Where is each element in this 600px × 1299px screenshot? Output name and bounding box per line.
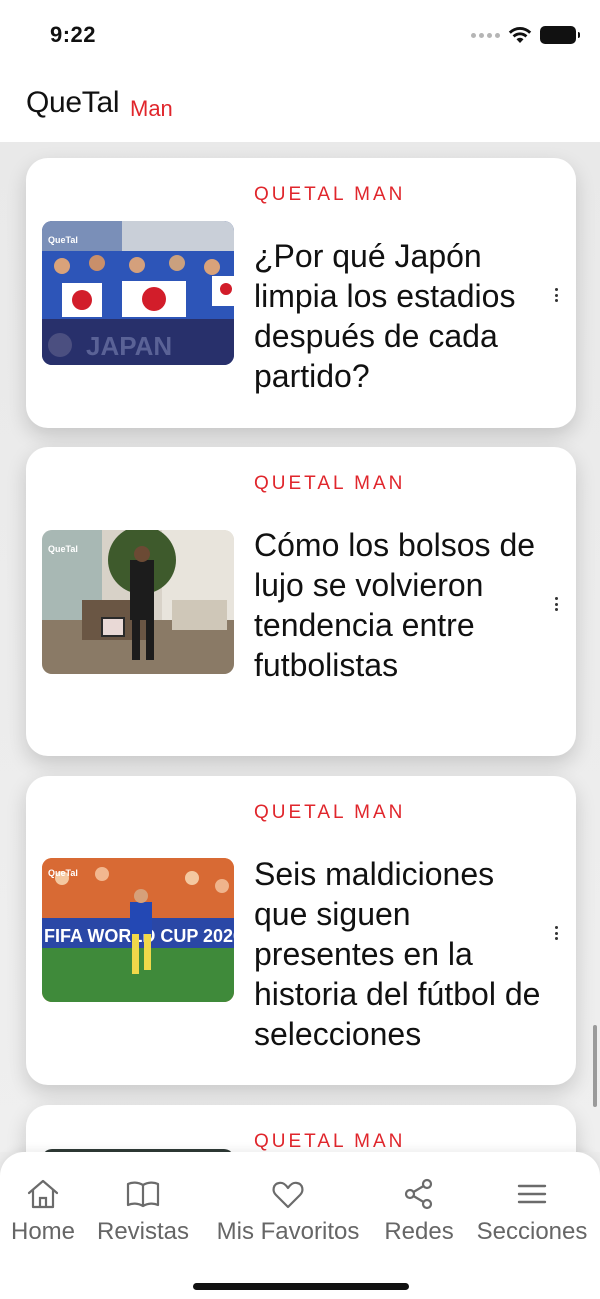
article-thumbnail[interactable]: FIFA WORLD CUP 2026 QueTal bbox=[42, 858, 234, 1002]
image-overlay-text: JAPAN bbox=[86, 331, 172, 361]
article-feed[interactable]: QUETAL MAN JAPAN QueTal ¿Por qué Japón l… bbox=[0, 142, 600, 1152]
tab-home[interactable]: Home bbox=[7, 1176, 79, 1246]
article-card[interactable]: QUETAL MAN bbox=[26, 1105, 576, 1152]
tab-label: Home bbox=[10, 1218, 76, 1245]
more-options-icon[interactable] bbox=[554, 926, 558, 940]
japan-fans-stadium-photo: JAPAN QueTal bbox=[42, 221, 234, 365]
brand-logo-main[interactable]: QueTal bbox=[26, 86, 120, 120]
share-icon bbox=[404, 1178, 433, 1210]
article-card[interactable]: QUETAL MAN FIFA WORLD CUP 2026 QueTal Se… bbox=[26, 776, 576, 1085]
more-options-icon[interactable] bbox=[554, 597, 558, 611]
more-options-icon[interactable] bbox=[554, 288, 558, 302]
cellular-signal-icon bbox=[471, 32, 500, 38]
wifi-icon bbox=[508, 27, 532, 43]
tab-mis-favoritos[interactable]: Mis Favoritos bbox=[208, 1176, 368, 1246]
article-title[interactable]: ¿Por qué Japón limpia los estadios despu… bbox=[254, 236, 554, 396]
status-time: 9:22 bbox=[50, 22, 97, 47]
image-watermark-logo: QueTal bbox=[48, 235, 78, 245]
tab-label: Secciones bbox=[476, 1218, 588, 1245]
battery-icon bbox=[540, 26, 580, 44]
article-tag: QUETAL MAN bbox=[254, 802, 406, 823]
article-card[interactable]: QUETAL MAN JAPAN QueTal ¿Por qué Japón l… bbox=[26, 158, 576, 428]
menu-icon bbox=[517, 1184, 547, 1204]
tab-label: Mis Favoritos bbox=[216, 1218, 360, 1245]
player-luxury-bag-room-photo: QueTal bbox=[42, 530, 234, 674]
tab-secciones[interactable]: Secciones bbox=[470, 1176, 594, 1246]
article-tag: QUETAL MAN bbox=[254, 473, 406, 494]
image-watermark-logo: QueTal bbox=[48, 544, 78, 554]
tab-label: Revistas bbox=[96, 1218, 190, 1245]
tab-bar: Home Revistas Mis Favoritos Redes Seccio… bbox=[0, 1152, 600, 1299]
article-title[interactable]: Seis maldiciones que siguen presentes en… bbox=[254, 854, 554, 1054]
home-icon bbox=[27, 1179, 59, 1209]
heart-icon bbox=[272, 1181, 304, 1209]
article-thumbnail[interactable]: QueTal bbox=[42, 530, 234, 674]
status-bar: 9:22 bbox=[0, 0, 600, 72]
home-indicator[interactable] bbox=[193, 1283, 409, 1290]
article-title[interactable]: Cómo los bolsos de lujo se volvieron ten… bbox=[254, 525, 554, 685]
tab-redes[interactable]: Redes bbox=[381, 1176, 457, 1246]
tab-revistas[interactable]: Revistas bbox=[92, 1176, 194, 1246]
article-tag: QUETAL MAN bbox=[254, 1131, 406, 1152]
app-header: QueTal Man bbox=[0, 72, 600, 142]
status-icons bbox=[471, 26, 580, 44]
image-watermark-logo: QueTal bbox=[48, 868, 78, 878]
scrollbar[interactable] bbox=[593, 1025, 597, 1107]
brand-logo-sub[interactable]: Man bbox=[130, 96, 173, 122]
world-cup-player-pitch-photo: FIFA WORLD CUP 2026 QueTal bbox=[42, 858, 234, 1002]
article-thumbnail[interactable]: JAPAN QueTal bbox=[42, 221, 234, 365]
book-icon bbox=[126, 1181, 160, 1208]
article-tag: QUETAL MAN bbox=[254, 184, 406, 205]
article-card[interactable]: QUETAL MAN QueTal Cómo los bolsos de luj… bbox=[26, 447, 576, 756]
tab-label: Redes bbox=[384, 1218, 454, 1245]
